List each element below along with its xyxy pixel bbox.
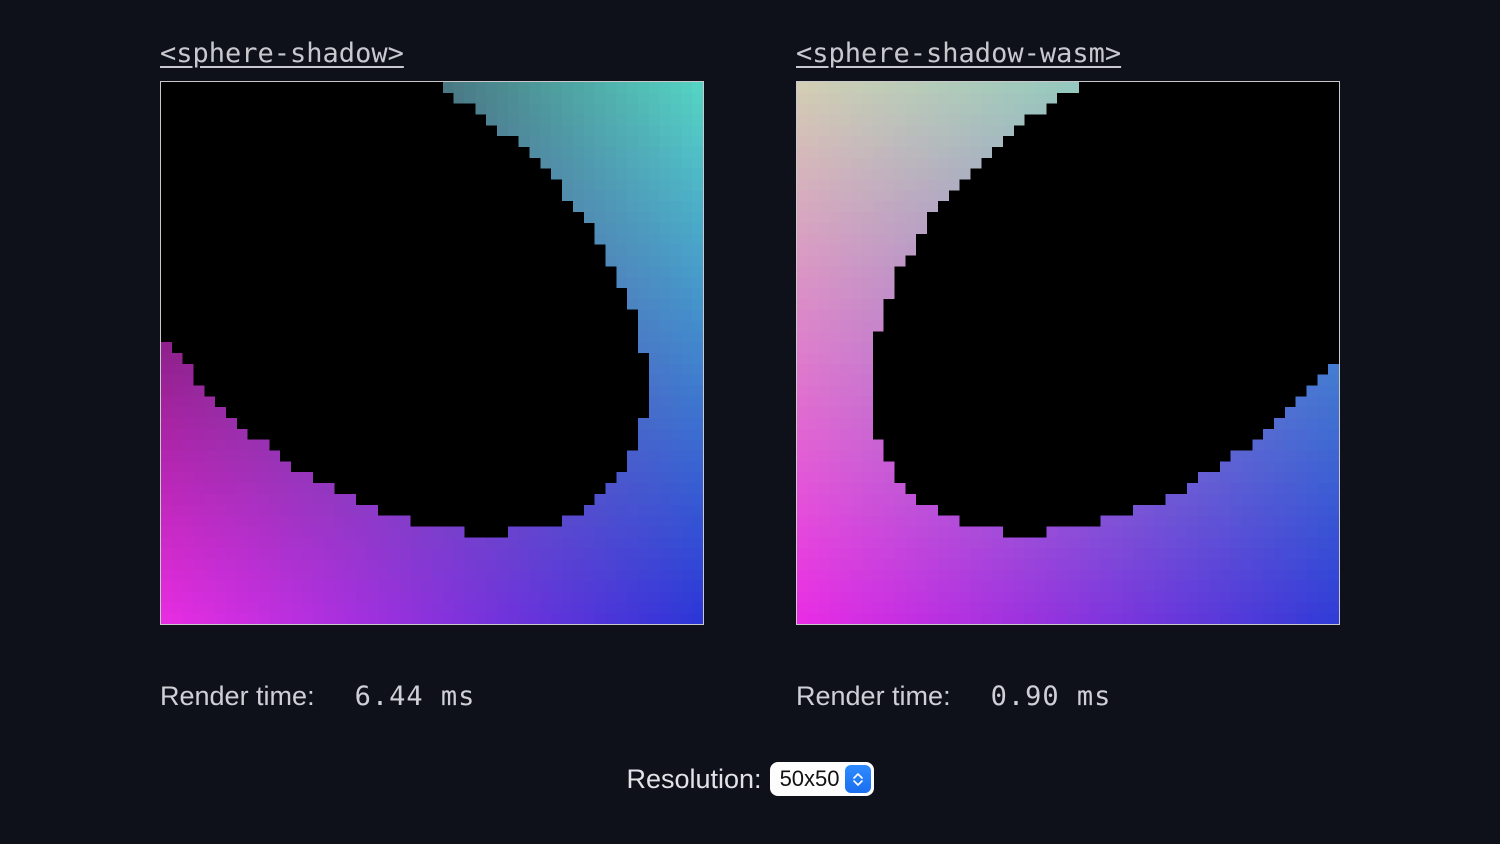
- render-canvas-js-wrap: [160, 81, 704, 625]
- render-time-label-js: Render time:: [160, 681, 315, 712]
- render-time-row-js: Render time: 6.44 ms: [160, 681, 704, 712]
- render-canvas-wasm-wrap: [796, 81, 1340, 625]
- panel-js: <sphere-shadow> Render time: 6.44 ms: [160, 38, 704, 712]
- select-stepper-icon: [845, 765, 871, 793]
- render-time-value-wasm: 0.90 ms: [991, 681, 1112, 712]
- render-time-value-js: 6.44 ms: [355, 681, 476, 712]
- render-time-row-wasm: Render time: 0.90 ms: [796, 681, 1340, 712]
- resolution-control: Resolution: 50x50: [626, 762, 873, 796]
- title-link-wasm[interactable]: <sphere-shadow-wasm>: [796, 38, 1340, 69]
- resolution-label: Resolution:: [626, 764, 761, 795]
- resolution-select[interactable]: 50x50: [770, 762, 874, 796]
- render-time-label-wasm: Render time:: [796, 681, 951, 712]
- render-canvas-wasm: [797, 82, 1339, 624]
- panel-wasm: <sphere-shadow-wasm> Render time: 0.90 m…: [796, 38, 1340, 712]
- render-canvas-js: [161, 82, 703, 624]
- title-link-js[interactable]: <sphere-shadow>: [160, 38, 704, 69]
